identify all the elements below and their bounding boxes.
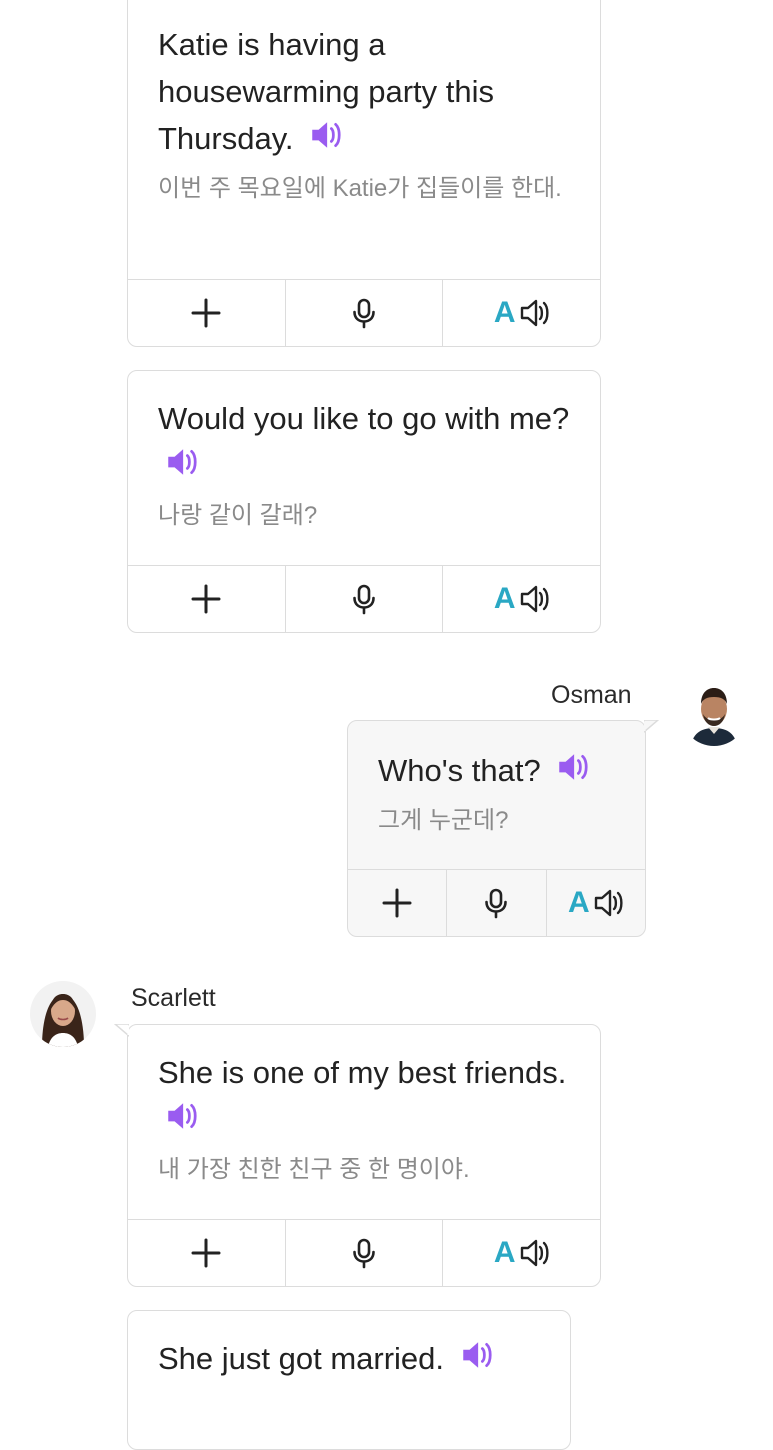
plus-icon [190,583,222,615]
speaker-icon[interactable] [308,118,342,152]
text-to-speech-button[interactable]: A [443,566,600,632]
message-actions: A [128,565,600,632]
bubble-tail [113,1024,129,1037]
speaker-icon[interactable] [555,750,589,784]
message-bubble: Who's that? 그게 누군데? A [347,720,646,937]
plus-icon [190,297,222,329]
add-button[interactable] [128,566,286,632]
mic-icon [480,887,512,919]
korean-translation: 그게 누군데? [378,807,509,834]
speaker-icon[interactable] [164,1099,198,1133]
record-button[interactable] [286,1220,444,1286]
add-button[interactable] [348,870,448,936]
plus-icon [190,1237,222,1269]
message-bubble: Katie is having a housewarming party thi… [127,0,601,347]
korean-translation: 나랑 같이 갈래? [158,502,318,529]
font-letter: A [567,886,590,919]
message-actions: A [348,869,645,936]
add-button[interactable] [128,1220,286,1286]
speaker-name: Osman [551,681,632,709]
mic-icon [348,583,380,615]
avatar[interactable] [30,981,96,1047]
text-to-speech-icon [592,887,624,919]
mic-icon [348,1237,380,1269]
bubble-tail [644,720,660,733]
message-bubble: Would you like to go with me? 나랑 같이 갈래? … [127,370,601,633]
speaker-name: Scarlett [131,984,216,1012]
english-sentence: She just got married. [158,1341,445,1376]
record-button[interactable] [286,280,444,346]
text-to-speech-button[interactable]: A [443,1220,600,1286]
text-to-speech-icon [518,1237,550,1269]
korean-translation: 내 가장 친한 친구 중 한 명이야. [158,1156,470,1183]
message-bubble: She is one of my best friends. 내 가장 친한 친… [127,1024,601,1287]
english-sentence: She is one of my best friends. [158,1055,567,1090]
text-to-speech-button[interactable]: A [547,870,645,936]
plus-icon [381,887,413,919]
english-sentence: Would you like to go with me? [158,401,570,436]
speaker-icon[interactable] [459,1338,493,1372]
mic-icon [348,297,380,329]
text-to-speech-button[interactable]: A [443,280,600,346]
message-actions: A [128,279,600,346]
message-actions: A [128,1219,600,1286]
record-button[interactable] [286,566,444,632]
font-letter: A [493,1236,516,1269]
add-button[interactable] [128,280,286,346]
avatar[interactable] [681,680,747,746]
font-letter: A [493,296,516,329]
message-bubble: She just got married. [127,1310,571,1450]
english-sentence: Who's that? [378,753,541,788]
font-letter: A [493,582,516,615]
record-button[interactable] [447,870,547,936]
speaker-icon[interactable] [164,445,198,479]
korean-translation: 이번 주 목요일에 Katie가 집들이를 한대. [158,175,562,202]
text-to-speech-icon [518,583,550,615]
text-to-speech-icon [518,297,550,329]
